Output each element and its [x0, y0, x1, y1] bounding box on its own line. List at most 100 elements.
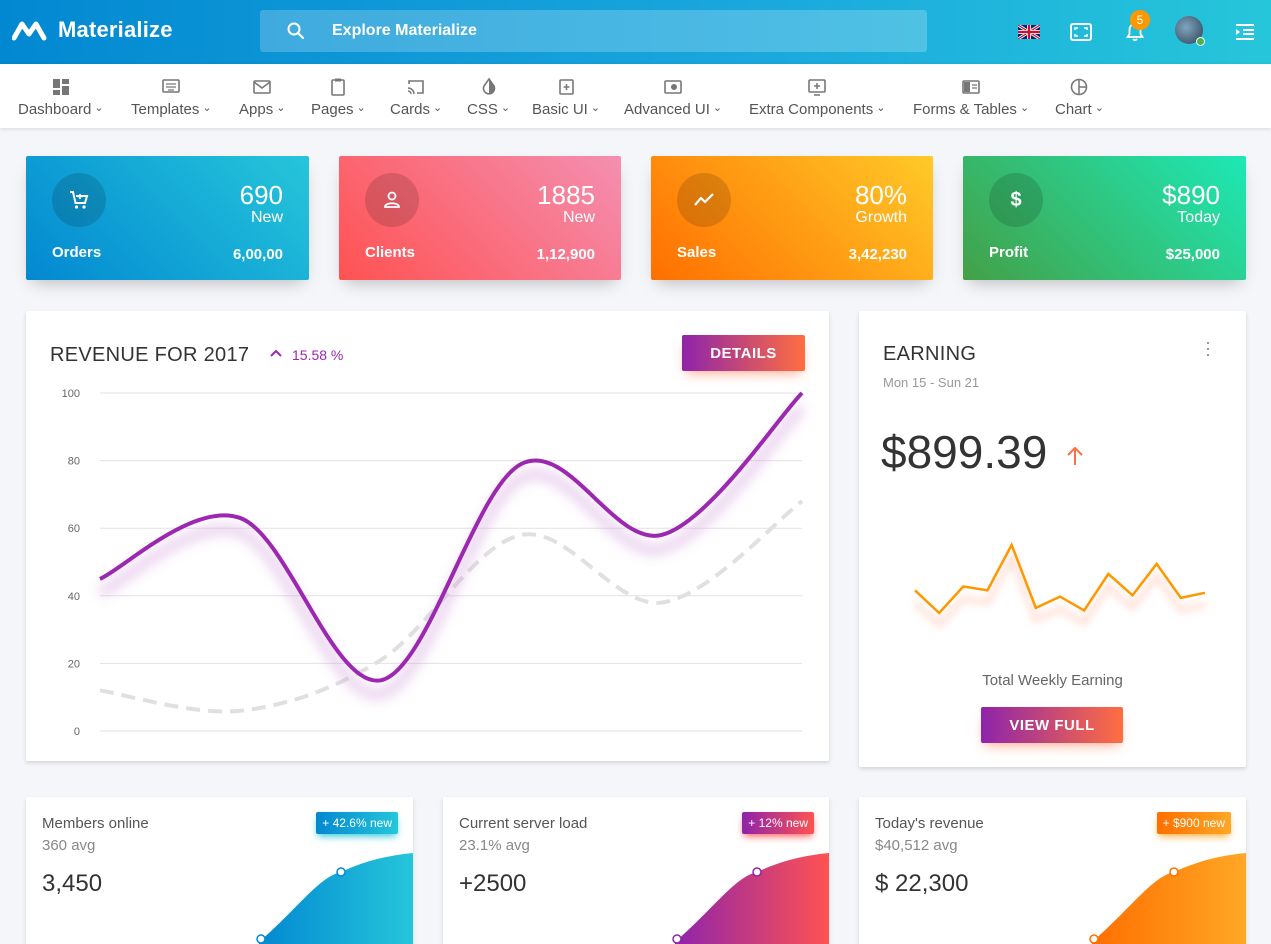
- dollar-icon: $: [989, 173, 1043, 227]
- nav-item-apps[interactable]: Apps: [239, 64, 285, 128]
- stat-value: 1,12,900: [536, 246, 595, 263]
- stat-number: 1885: [537, 180, 595, 210]
- nav-label: Chart: [1055, 101, 1104, 118]
- view-full-button[interactable]: VIEW FULL: [981, 707, 1123, 743]
- chrome-reader-icon: [962, 80, 980, 94]
- nav-item-basic-ui[interactable]: Basic UI: [532, 64, 600, 128]
- sales-stat-card[interactable]: 80% Growth Sales 3,42,230: [651, 156, 933, 280]
- format-indent-icon: [1236, 24, 1254, 40]
- horizontal-nav: Dashboard Templates Apps Pages Cards CSS…: [0, 64, 1271, 128]
- series-line-shadow: [97, 403, 806, 700]
- nav-item-advanced-ui[interactable]: Advanced UI: [624, 64, 722, 128]
- nav-label: CSS: [467, 101, 510, 118]
- stat-value: 6,00,00: [232, 246, 283, 263]
- cart-icon: [52, 173, 106, 227]
- brand-logo[interactable]: Materialize: [12, 16, 173, 44]
- pie-chart-icon: [1071, 78, 1088, 96]
- nav-item-chart[interactable]: Chart: [1055, 64, 1104, 128]
- search-input[interactable]: Explore Materialize: [260, 10, 927, 52]
- stat-number: 80%: [854, 180, 907, 210]
- language-flag-icon[interactable]: [1015, 18, 1043, 46]
- y-tick-label: 40: [68, 591, 80, 603]
- stat-number: $890: [1162, 180, 1220, 210]
- nav-label: Dashboard: [18, 101, 104, 118]
- sparkline-point: [336, 867, 346, 877]
- nav-item-dashboard[interactable]: Dashboard: [18, 64, 104, 128]
- stat-subtitle: Growth: [855, 209, 907, 226]
- stat-label: Profit: [989, 244, 1029, 261]
- search-placeholder: Explore Materialize: [332, 22, 477, 39]
- nav-label: Advanced UI: [624, 101, 722, 118]
- uk-flag-icon: [1018, 25, 1040, 39]
- clients-stat-card[interactable]: 1885 New Clients 1,12,900: [339, 156, 621, 280]
- sparkline-area: [259, 853, 413, 944]
- sparkline-point: [672, 934, 682, 944]
- nav-item-extra-components[interactable]: Extra Components: [749, 64, 885, 128]
- add-to-photos-icon: [559, 79, 574, 95]
- earning-caption: Total Weekly Earning: [982, 672, 1123, 689]
- stat-subtitle: Today: [1177, 209, 1220, 226]
- fullscreen-glyph: [1070, 23, 1092, 41]
- y-tick-label: 80: [68, 456, 80, 468]
- nav-label: Basic UI: [532, 101, 600, 118]
- clipboard-icon: [331, 78, 346, 96]
- nav-item-cards[interactable]: Cards: [390, 64, 442, 128]
- nav-item-css[interactable]: CSS: [467, 64, 510, 128]
- weekly-earning-chart: [912, 541, 1206, 630]
- sparkline-point: [256, 934, 266, 944]
- cast-icon: [407, 80, 424, 95]
- notification-badge: 5: [1130, 10, 1150, 30]
- y-tick-label: 100: [62, 388, 80, 400]
- stat-value: 3,42,230: [848, 246, 907, 263]
- right-sidebar-toggle-icon[interactable]: [1231, 18, 1259, 46]
- nav-item-forms-tables[interactable]: Forms & Tables: [913, 64, 1029, 128]
- materialize-logo-icon: [12, 21, 47, 41]
- members-sparkline: [256, 853, 413, 944]
- nav-label: Pages: [311, 101, 366, 118]
- revenue-card: REVENUE FOR 2017 15.58 % DETAILS 100 80 60…: [26, 311, 829, 761]
- brand-name: Materialize: [58, 17, 173, 42]
- nav-label: Forms & Tables: [913, 101, 1029, 118]
- nav-item-pages[interactable]: Pages: [311, 64, 366, 128]
- stat-label: Orders: [52, 244, 102, 261]
- stat-label: Clients: [365, 244, 416, 261]
- nav-label: Extra Components: [749, 101, 885, 118]
- person-icon: [365, 173, 419, 227]
- profit-stat-card[interactable]: $ $890 Today Profit $25,000: [963, 156, 1246, 280]
- nav-item-templates[interactable]: Templates: [131, 64, 212, 128]
- search-icon: [287, 22, 305, 40]
- toll-icon: [664, 80, 682, 94]
- members-online-card: Members online 360 avg 3,450 + 42.6% new: [26, 797, 413, 944]
- nav-label: Apps: [239, 101, 285, 118]
- sparkline-area: [675, 853, 829, 944]
- stat-value: $25,000: [1165, 246, 1220, 263]
- dashboard-icon: [52, 79, 69, 95]
- server-load-card: Current server load 23.1% avg +2500 + 12…: [443, 797, 829, 944]
- templates-icon: [162, 79, 181, 93]
- top-header: Materialize Explore Materialize 5: [0, 0, 1271, 64]
- nav-label: Cards: [390, 101, 442, 118]
- sparkline-point: [1089, 934, 1099, 944]
- mail-icon: [253, 80, 272, 94]
- server-load-sparkline: [672, 853, 829, 944]
- fullscreen-icon[interactable]: [1067, 18, 1095, 46]
- online-status-dot: [1196, 37, 1205, 46]
- revenue-sparkline: [1089, 853, 1246, 944]
- todays-revenue-card: Today's revenue $40,512 avg $ 22,300 + $…: [859, 797, 1246, 944]
- add-box-icon: [808, 79, 827, 96]
- y-tick-label: 60: [68, 523, 80, 535]
- y-tick-label: 20: [68, 658, 80, 670]
- revenue-line-chart: 100 80 60 40 20 0: [62, 388, 806, 738]
- invert-colors-icon: [482, 77, 495, 95]
- sparkline-area: [1092, 853, 1246, 944]
- y-tick-label: 0: [74, 726, 80, 738]
- nav-label: Templates: [131, 101, 212, 118]
- sparkline-point: [752, 867, 762, 877]
- stat-subtitle: New: [562, 209, 595, 226]
- trending-icon: [677, 173, 731, 227]
- stat-subtitle: New: [250, 209, 283, 226]
- orders-stat-card[interactable]: 690 New Orders 6,00,00: [26, 156, 309, 280]
- stat-label: Sales: [677, 244, 717, 261]
- earning-card: EARNING · · · Mon 15 - Sun 21 $899.39 Tota…: [859, 311, 1246, 767]
- sparkline-point: [1169, 867, 1179, 877]
